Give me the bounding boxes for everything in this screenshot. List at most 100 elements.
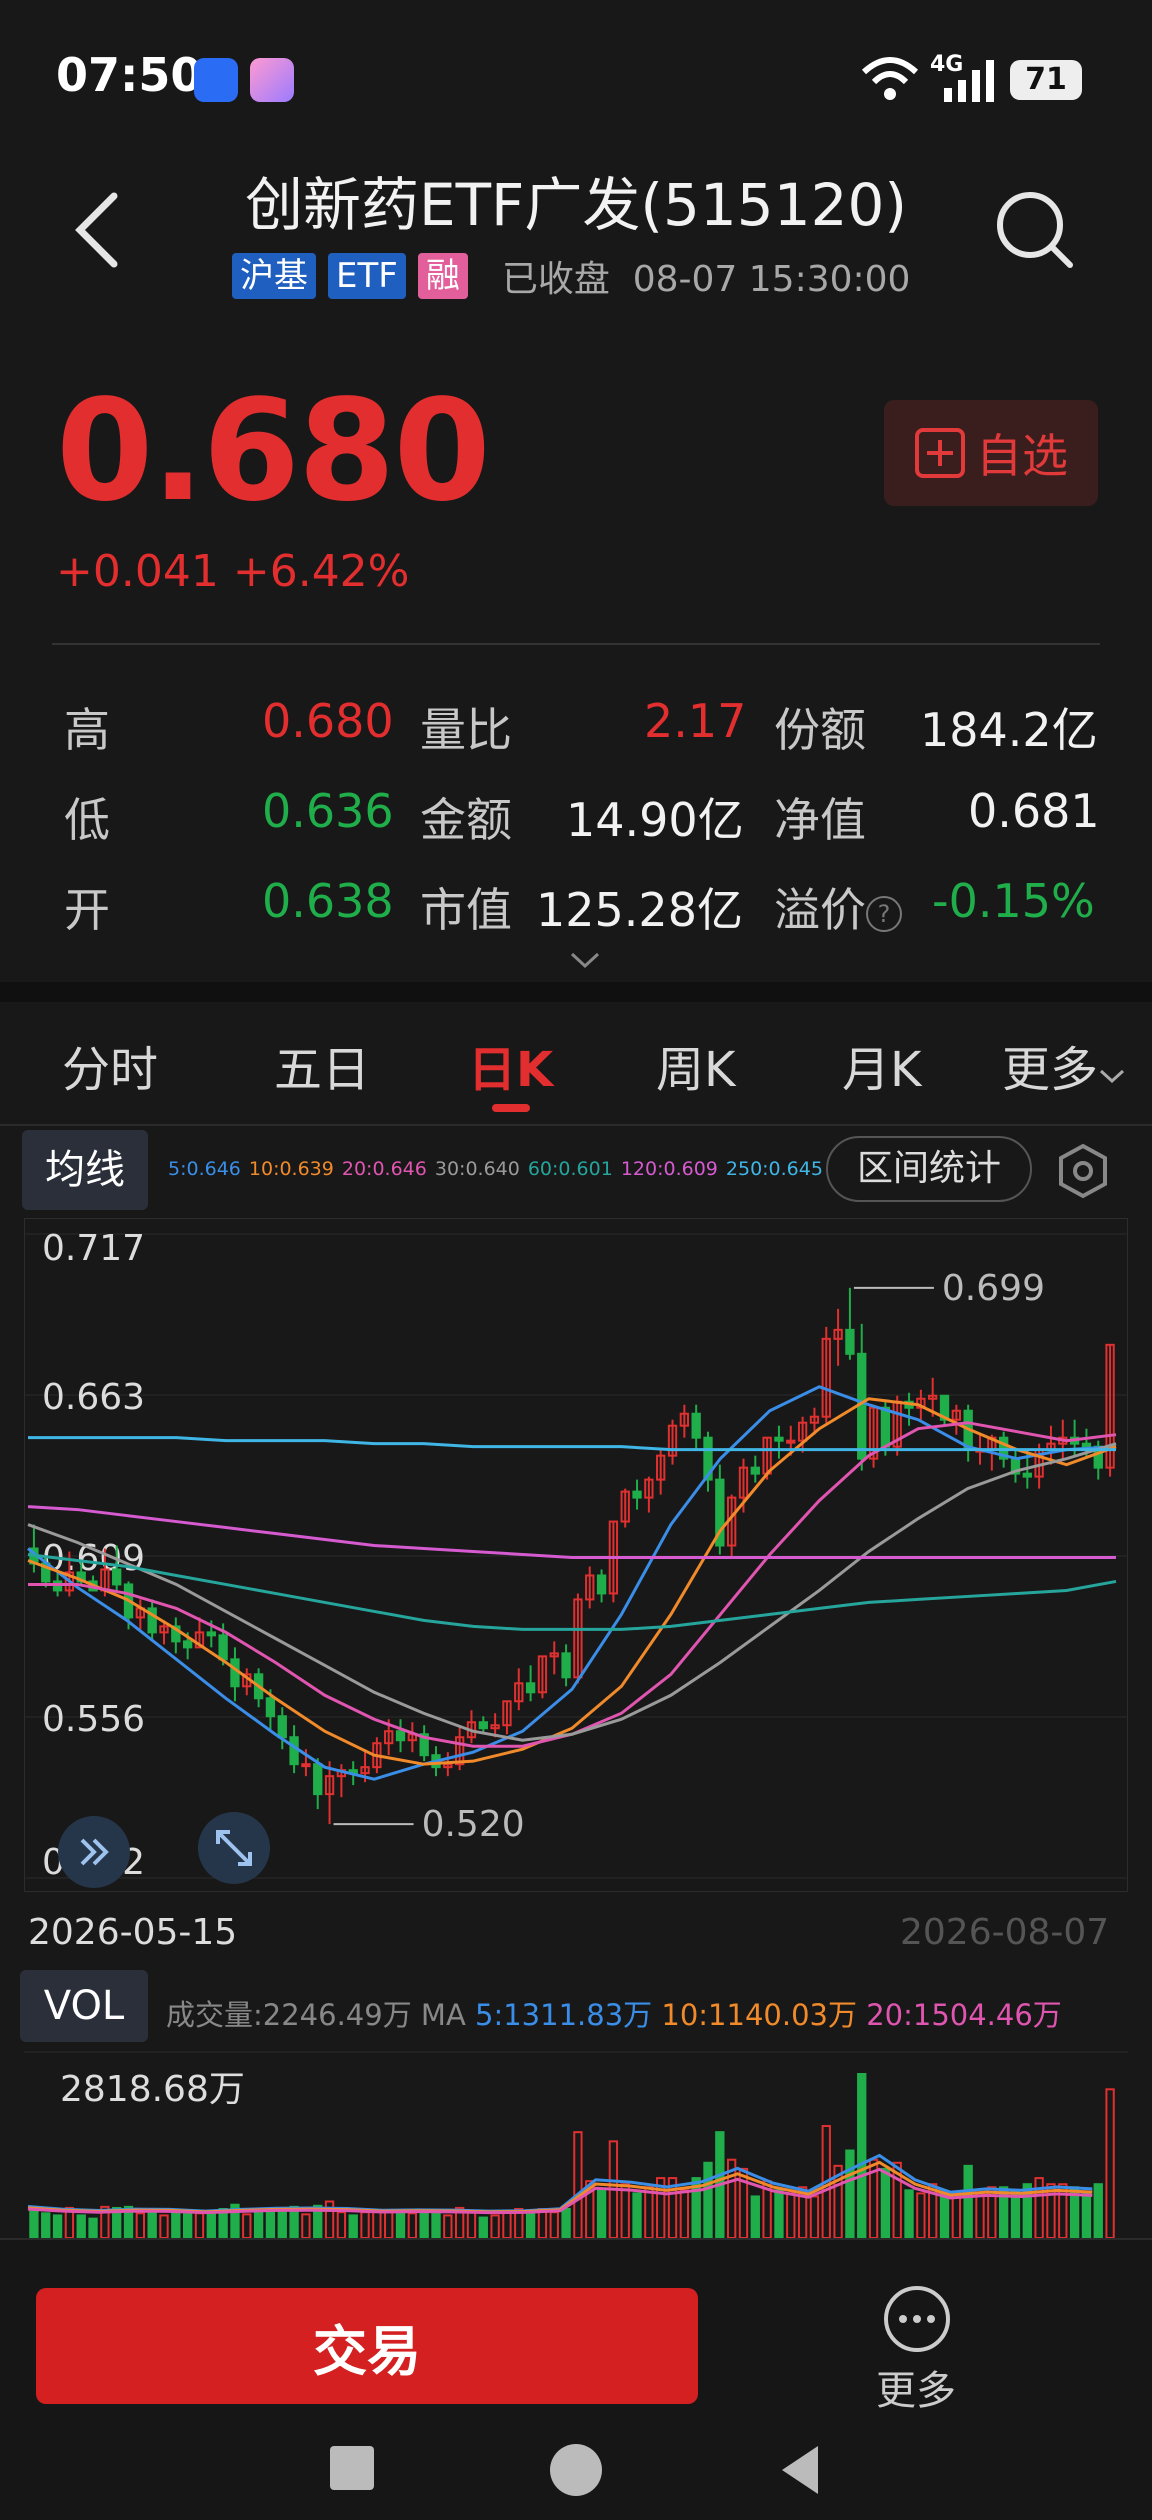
volume-bar (348, 2214, 358, 2238)
volume-bar (904, 2189, 914, 2238)
nav-back-button[interactable] (778, 2442, 822, 2498)
volume-bar (265, 2208, 276, 2238)
chevron-down-icon[interactable] (568, 950, 602, 970)
volume-bar (1081, 2192, 1092, 2238)
wifi-icon (861, 57, 919, 100)
volume-bar (431, 2212, 441, 2238)
current-price: 0.680 (56, 370, 491, 533)
candle-body (289, 1736, 299, 1766)
candle-body (691, 1412, 701, 1439)
ma-legend: 5:0.646 10:0.639 20:0.646 30:0.640 60:0.601 1… (168, 1158, 831, 1180)
stat-premium: -0.15% (932, 874, 1095, 928)
fullscreen-button[interactable] (198, 1812, 270, 1884)
volume-bar (182, 2213, 193, 2238)
candle-body (596, 1574, 607, 1595)
volume-bar (916, 2192, 926, 2238)
scroll-latest-button[interactable] (58, 1816, 130, 1888)
candle-body (395, 1730, 406, 1742)
ma-selector[interactable]: 均线 (22, 1130, 148, 1210)
volume-bar (466, 2211, 477, 2238)
volume-bar (206, 2213, 216, 2238)
candle-body (265, 1697, 276, 1718)
vol-selector[interactable]: VOL (20, 1970, 148, 2042)
add-watchlist-button[interactable]: 自选 (884, 400, 1098, 506)
tag-exchange: 沪基 (232, 253, 316, 299)
volume-bar (502, 2211, 512, 2238)
watch-label: 自选 (976, 429, 1068, 483)
ma-line (27, 1397, 1117, 1766)
more-label[interactable]: 更多 (876, 2358, 956, 2416)
volume-bar (549, 2211, 559, 2238)
vol-max-label: 2818.68万 (60, 2069, 245, 2110)
stat-label-low: 低 (64, 793, 110, 847)
stat-market-cap: 125.28亿 (536, 883, 743, 937)
volume-bar (525, 2210, 536, 2238)
tab-monthly-k[interactable]: 月K (842, 1030, 921, 1100)
stat-label-open: 开 (64, 883, 110, 937)
chart-start-date: 2026-05-15 (28, 1912, 238, 1953)
tab-weekly-k[interactable]: 周K (656, 1030, 735, 1100)
volume-bar (573, 2131, 583, 2238)
volume-bar (786, 2192, 796, 2238)
candle-body (774, 1436, 784, 1442)
nav-home-button[interactable] (550, 2444, 602, 2496)
trade-status: 已收盘 08-07 15:30:00 (501, 259, 911, 300)
chart-frame (24, 1218, 1128, 1892)
volume-bar (975, 2192, 985, 2238)
volume-bar (135, 2212, 146, 2238)
volume-bar (242, 2213, 252, 2238)
trade-button[interactable]: 交易 (36, 2288, 698, 2404)
volume-bar (76, 2214, 86, 2238)
ma-legend-item: 5:0.646 (168, 1158, 241, 1180)
page-title: 创新药ETF广发(515120) (244, 171, 908, 239)
y-tick-label: 0.556 (42, 1699, 145, 1740)
stat-label-high: 高 (64, 703, 110, 757)
settings-hexagon-icon[interactable] (1054, 1142, 1112, 1200)
ma-legend-item: 30:0.640 (434, 1158, 520, 1180)
min-price-label: 0.520 (422, 1804, 525, 1845)
search-icon[interactable] (990, 185, 1080, 275)
stat-open: 0.638 (262, 874, 394, 928)
volume-bar (1093, 2183, 1103, 2238)
tab-daily-k[interactable]: 日K (468, 1030, 553, 1100)
volume-bar (845, 2149, 855, 2238)
status-bar: 07:50 4G 71 (0, 0, 1152, 150)
ma-line (27, 1505, 1116, 1559)
candle-body (301, 1763, 311, 1768)
volume-bar (443, 2214, 453, 2238)
y-tick-label: 0.717 (42, 1228, 145, 1269)
help-icon[interactable]: ? (866, 895, 902, 932)
stat-label-shares: 份额 (774, 703, 866, 757)
stat-label-market-cap: 市值 (420, 883, 512, 937)
volume-bar (596, 2189, 607, 2238)
nav-recents-button[interactable] (330, 2446, 374, 2490)
volume-bar (301, 2213, 311, 2238)
more-dots-icon[interactable] (882, 2284, 952, 2354)
volume-bar (253, 2209, 264, 2238)
candle-body (478, 1721, 488, 1730)
section-separator (0, 982, 1152, 1002)
kline-chart[interactable]: 0.7170.6630.6090.5560.5020.6990.520 (24, 1218, 1128, 1892)
candle-body (206, 1631, 216, 1637)
candle-body (786, 1439, 796, 1444)
range-stats-button[interactable]: 区间统计 (826, 1136, 1032, 1202)
volume-bar (679, 2189, 690, 2238)
volume-bar (809, 2195, 820, 2238)
expand-icon (216, 1830, 252, 1866)
ma-line (28, 1421, 1117, 1748)
stat-shares: 184.2亿 (920, 703, 1098, 757)
tab-intraday[interactable]: 分时 (62, 1030, 158, 1100)
tab-five-day[interactable]: 五日 (274, 1030, 370, 1100)
notification-app-icon (194, 58, 238, 102)
tag-etf: ETF (328, 253, 406, 299)
security-tags: 沪基 ETF 融 已收盘 08-07 15:30:00 (232, 250, 910, 302)
volume-bar (395, 2211, 406, 2238)
tag-margin: 融 (417, 253, 468, 299)
volume-bar (88, 2217, 98, 2238)
volume-bar (277, 2208, 287, 2238)
volume-bar (384, 2210, 394, 2238)
candle-body (1022, 1472, 1032, 1478)
tab-more[interactable]: 更多 (1002, 1030, 1126, 1100)
volume-bar (490, 2214, 500, 2238)
ma-legend-item: 60:0.601 (527, 1158, 613, 1180)
